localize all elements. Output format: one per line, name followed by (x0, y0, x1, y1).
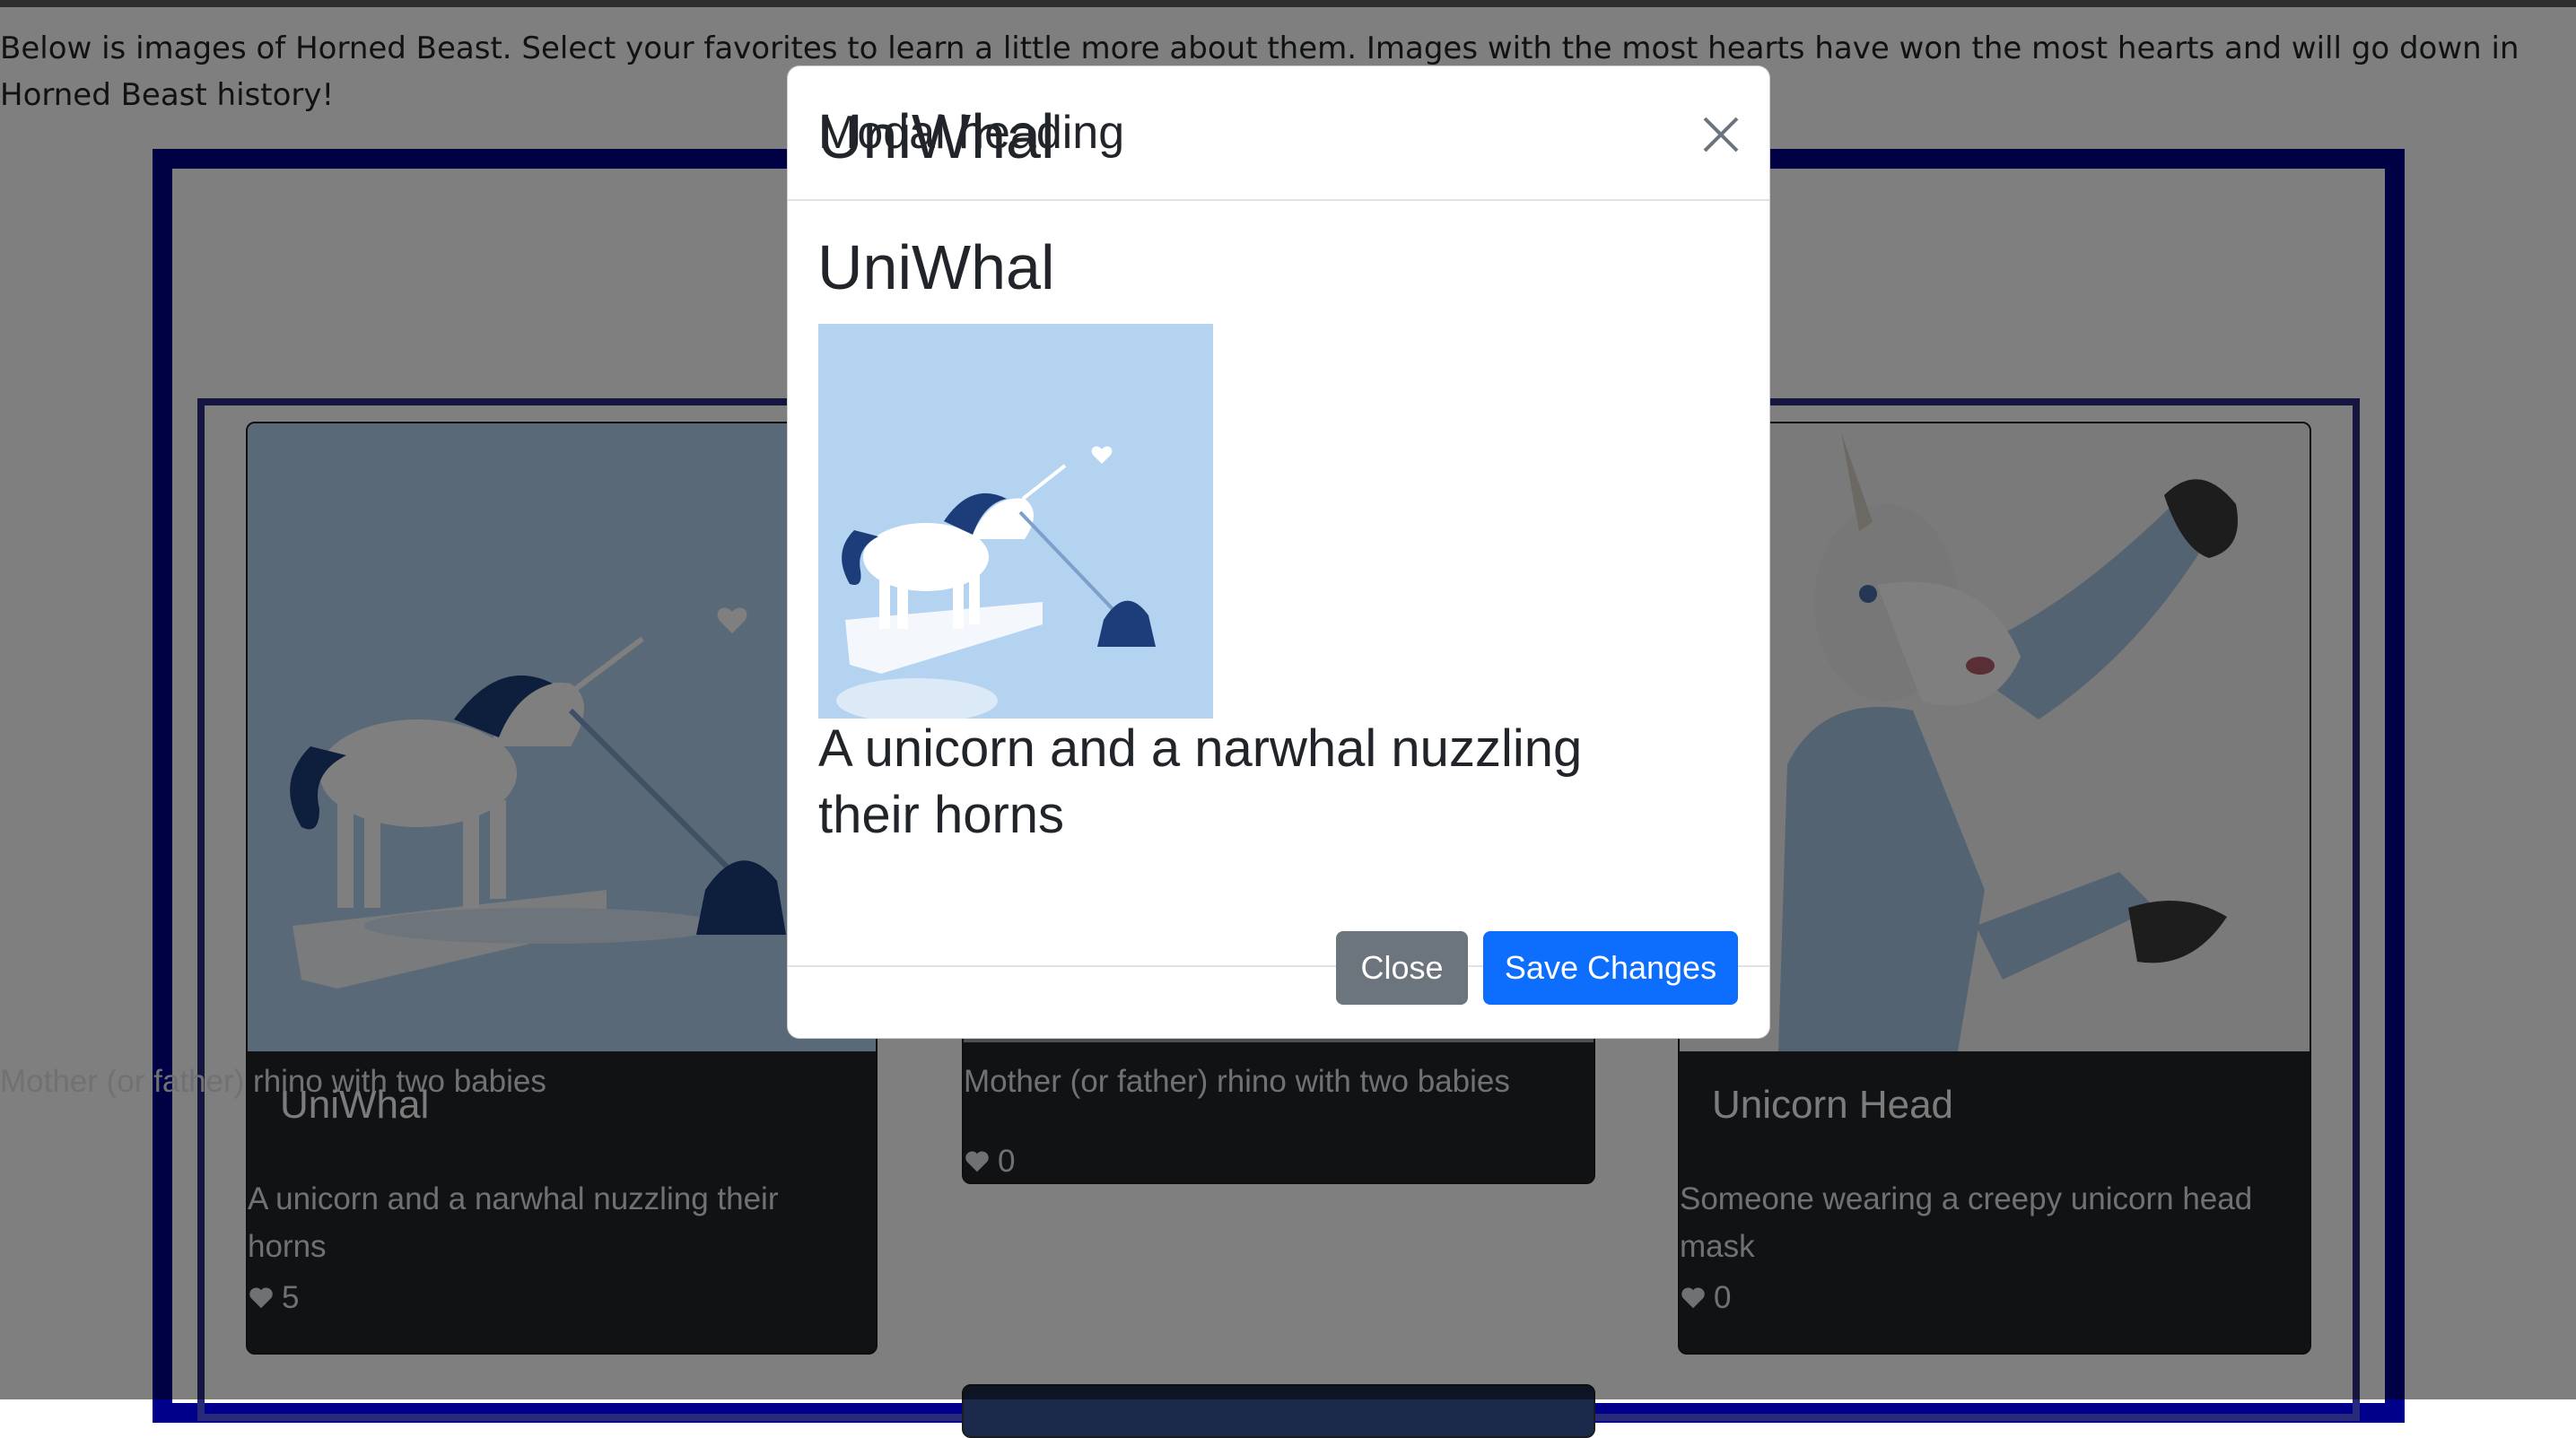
save-changes-button[interactable]: Save Changes (1483, 931, 1738, 1005)
close-icon[interactable] (1696, 109, 1746, 160)
beast-image (818, 324, 1213, 719)
modal-beast-title: UniWhal (817, 232, 1055, 302)
beast-description: A unicorn and a narwhal nuzzling their h… (818, 719, 1583, 844)
beast-title: UniWhal (817, 101, 1055, 171)
close-button[interactable]: Close (1336, 931, 1468, 1005)
beast-modal: Modal heading UniWhal A unicorn and a na… (787, 65, 1770, 1039)
